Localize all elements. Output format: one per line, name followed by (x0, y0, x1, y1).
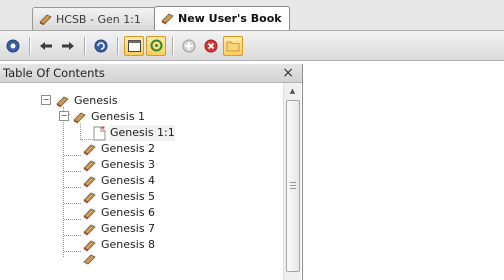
tree-item-genesis-5[interactable]: Genesis 5 (82, 189, 155, 205)
book-icon (83, 254, 96, 264)
settings-button[interactable] (146, 35, 166, 56)
book-icon (83, 240, 96, 251)
delete-button[interactable] (201, 36, 221, 56)
tree-item-genesis-2[interactable]: Genesis 2 (82, 141, 155, 157)
tree-item-genesis[interactable]: Genesis (55, 93, 118, 109)
book-icon (83, 208, 96, 219)
tree-item-genesis-6[interactable]: Genesis 6 (82, 205, 155, 221)
tree-connector (64, 203, 81, 204)
tab-label: HCSB - Gen 1:1 (56, 12, 141, 26)
help-circle-icon (6, 39, 20, 52)
book-icon (83, 144, 96, 155)
vertical-scrollbar[interactable]: ▲ (283, 83, 301, 280)
toolbar-separator (29, 36, 30, 55)
tree-item-label: Genesis 2 (101, 142, 156, 155)
tab-new-users-book[interactable]: New User's Book (154, 6, 290, 30)
toolbar-separator (172, 36, 173, 55)
tree-item-partial (82, 253, 97, 265)
sync-button[interactable] (91, 36, 111, 56)
panel-header: Table Of Contents × (0, 64, 302, 83)
add-icon (182, 39, 196, 52)
forward-arrow-icon (62, 41, 74, 50)
grip-line (290, 182, 296, 183)
single-pane-icon (127, 39, 141, 52)
tree-connector (64, 155, 81, 156)
tree-connector (64, 171, 81, 172)
tree-item-genesis-7[interactable]: Genesis 7 (82, 221, 155, 237)
collapse-icon[interactable]: − (41, 95, 51, 105)
book-icon (83, 160, 96, 171)
tab-strip: HCSB - Gen 1:1 New User's Book (0, 0, 504, 31)
sync-icon (94, 39, 108, 52)
collapse-icon[interactable]: − (59, 111, 69, 121)
tree-item-genesis-3[interactable]: Genesis 3 (82, 157, 155, 173)
toolbar (0, 31, 504, 61)
tree-item-genesis-1[interactable]: Genesis 1 (72, 109, 145, 125)
book-icon (73, 112, 86, 123)
tree-connector (64, 219, 81, 220)
delete-icon (204, 39, 218, 52)
content-area[interactable] (303, 64, 504, 280)
tree-item-genesis-4[interactable]: Genesis 4 (82, 173, 155, 189)
tab-hcsb-gen[interactable]: HCSB - Gen 1:1 (32, 7, 156, 30)
toolbar-separator (84, 36, 85, 55)
help-button[interactable] (3, 36, 23, 56)
tree-item-label: Genesis (74, 94, 118, 107)
tree-connector (64, 187, 81, 188)
forward-button[interactable] (58, 36, 78, 56)
single-pane-button[interactable] (124, 35, 144, 56)
tree-item-label: Genesis 1 (91, 110, 146, 123)
tree-item-label: Genesis 4 (101, 174, 156, 187)
tree-item-label: Genesis 1:1 (110, 125, 175, 141)
tree-item-label: Genesis 3 (101, 158, 156, 171)
book-icon (161, 13, 174, 25)
book-icon (83, 224, 96, 235)
scroll-up-icon[interactable]: ▲ (284, 83, 301, 99)
toc-tree: − − Genesis Genesis 1 Genesis 1:1 Genesi… (0, 83, 282, 280)
tree-item-genesis-8[interactable]: Genesis 8 (82, 237, 155, 253)
page-icon (93, 126, 106, 140)
table-of-contents-panel: Table Of Contents × − − Genesis Genesis … (0, 64, 303, 280)
tree-item-label: Genesis 7 (101, 222, 156, 235)
folder-button[interactable] (223, 35, 243, 56)
add-button[interactable] (179, 36, 199, 56)
book-icon (83, 176, 96, 187)
close-icon[interactable]: × (282, 64, 294, 82)
back-button[interactable] (36, 36, 56, 56)
gear-icon (150, 39, 162, 52)
tree-item-genesis-1-1[interactable]: Genesis 1:1 (93, 125, 175, 141)
panel-title: Table Of Contents (3, 66, 105, 80)
tab-label: New User's Book (178, 12, 282, 25)
folder-icon (226, 41, 240, 51)
book-icon (56, 96, 69, 107)
toolbar-separator (117, 36, 118, 55)
tree-connector (64, 251, 81, 252)
tree-connector (80, 123, 81, 140)
book-icon (83, 192, 96, 203)
tree-connector (64, 235, 81, 236)
tree-item-label: Genesis 6 (101, 206, 156, 219)
back-arrow-icon (40, 41, 52, 50)
book-icon (39, 14, 52, 25)
scroll-thumb[interactable] (286, 100, 300, 272)
grip-line (290, 185, 296, 186)
grip-line (290, 188, 296, 189)
tree-connector (81, 139, 93, 140)
tree-item-label: Genesis 8 (101, 238, 156, 251)
tree-item-label: Genesis 5 (101, 190, 156, 203)
